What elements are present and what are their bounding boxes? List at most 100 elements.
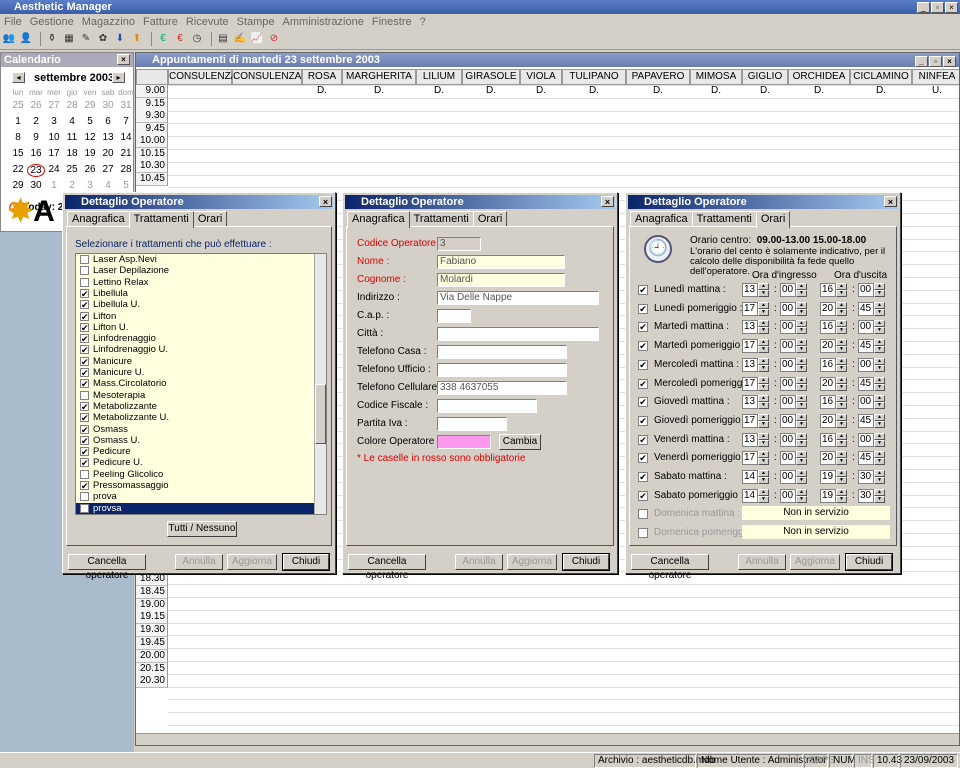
- treatment-checkbox[interactable]: ✔: [80, 413, 89, 423]
- column-header[interactable]: GIGLIO D.: [742, 69, 788, 96]
- spin-up-icon[interactable]: ▲: [796, 301, 807, 309]
- field-input[interactable]: 3: [437, 237, 481, 251]
- calendar-day[interactable]: 15: [9, 148, 27, 159]
- spin-up-icon[interactable]: ▲: [874, 451, 885, 459]
- treatment-item[interactable]: Peeling Glicolico: [76, 469, 314, 480]
- spin-down-icon[interactable]: ▼: [796, 327, 807, 335]
- treatment-item[interactable]: ✔ Pressomassaggio: [76, 480, 314, 491]
- update-button[interactable]: Aggiorna: [790, 554, 840, 570]
- spin-up-icon[interactable]: ▲: [874, 376, 885, 384]
- calendar-day[interactable]: 20: [99, 148, 117, 159]
- calendar-day[interactable]: 1: [45, 180, 63, 191]
- day-checkbox[interactable]: ✔: [638, 434, 648, 445]
- treatment-checkbox[interactable]: [80, 390, 89, 400]
- spin-down-icon[interactable]: ▼: [836, 364, 847, 372]
- field-input[interactable]: [437, 417, 507, 431]
- time-spinner[interactable]: 19 ▲ ▼: [820, 488, 848, 503]
- close-dialog-button[interactable]: Chiudi: [846, 554, 892, 570]
- field-input[interactable]: [437, 345, 567, 359]
- spin-up-icon[interactable]: ▲: [874, 357, 885, 365]
- close-dialog-button[interactable]: Chiudi: [283, 554, 329, 570]
- day-checkbox[interactable]: ✔: [638, 341, 648, 352]
- column-header[interactable]: TULIPANO D.: [562, 69, 626, 96]
- spin-up-icon[interactable]: ▲: [796, 357, 807, 365]
- spin-up-icon[interactable]: ▲: [796, 413, 807, 421]
- spin-down-icon[interactable]: ▼: [874, 327, 885, 335]
- spinner-value[interactable]: 00: [780, 283, 796, 297]
- spin-down-icon[interactable]: ▼: [874, 364, 885, 372]
- change-color-button[interactable]: Cambia: [499, 434, 541, 450]
- spinner-value[interactable]: 16: [820, 283, 836, 297]
- calendar-day[interactable]: 26: [81, 164, 99, 175]
- calendar-day[interactable]: 8: [9, 132, 27, 143]
- time-spinner[interactable]: 17 ▲ ▼: [742, 301, 770, 316]
- time-spinner[interactable]: 20 ▲ ▼: [820, 339, 848, 354]
- minimize-button[interactable]: _: [917, 2, 930, 13]
- update-button[interactable]: Aggiorna: [227, 554, 277, 570]
- spin-up-icon[interactable]: ▲: [874, 320, 885, 328]
- docs-edit-icon[interactable]: ✍: [233, 32, 247, 46]
- spin-up-icon[interactable]: ▲: [758, 357, 769, 365]
- spin-up-icon[interactable]: ▲: [836, 339, 847, 347]
- cancel-button[interactable]: Annulla: [738, 554, 786, 570]
- spin-up-icon[interactable]: ▲: [796, 339, 807, 347]
- calendar-day[interactable]: 19: [81, 148, 99, 159]
- spin-down-icon[interactable]: ▼: [758, 477, 769, 484]
- spinner-value[interactable]: 14: [742, 470, 758, 484]
- day-checkbox[interactable]: [638, 528, 648, 539]
- calendar-day[interactable]: 9: [27, 132, 45, 143]
- spin-up-icon[interactable]: ▲: [758, 488, 769, 496]
- calendar-day[interactable]: 3: [81, 180, 99, 191]
- field-input[interactable]: [437, 309, 471, 323]
- spin-down-icon[interactable]: ▼: [874, 308, 885, 316]
- arrow-up-icon[interactable]: ⬆: [130, 32, 144, 46]
- treatment-item[interactable]: ✔ provsa: [76, 502, 314, 514]
- spin-up-icon[interactable]: ▲: [874, 301, 885, 309]
- spinner-value[interactable]: 00: [858, 395, 874, 410]
- column-header[interactable]: CONSULENZA: [168, 69, 237, 85]
- calendar-day[interactable]: 5: [81, 116, 99, 127]
- spin-up-icon[interactable]: ▲: [874, 432, 885, 440]
- spin-up-icon[interactable]: ▲: [836, 376, 847, 384]
- calendar-day[interactable]: 29: [81, 100, 99, 111]
- horizontal-scrollbar[interactable]: [136, 733, 959, 745]
- color-swatch[interactable]: [437, 435, 491, 449]
- spin-up-icon[interactable]: ▲: [836, 301, 847, 309]
- time-spinner[interactable]: 00 ▲ ▼: [858, 320, 886, 335]
- spinner-value[interactable]: 30: [858, 470, 874, 484]
- spinner-value[interactable]: 20: [820, 339, 836, 354]
- treatment-item[interactable]: ✔ Libellula: [76, 288, 314, 299]
- spin-up-icon[interactable]: ▲: [836, 357, 847, 365]
- day-checkbox[interactable]: ✔: [638, 322, 648, 333]
- spin-up-icon[interactable]: ▲: [758, 320, 769, 328]
- spin-up-icon[interactable]: ▲: [758, 395, 769, 403]
- treatment-item[interactable]: ✔ Osmass U.: [76, 435, 314, 446]
- spinner-value[interactable]: 20: [820, 376, 836, 391]
- spinner-value[interactable]: 00: [780, 413, 796, 428]
- calendar-day[interactable]: 17: [45, 148, 63, 159]
- time-spinner[interactable]: 19 ▲ ▼: [820, 470, 848, 484]
- treatment-item[interactable]: Lettino Relax: [76, 277, 314, 288]
- spin-up-icon[interactable]: ▲: [874, 395, 885, 403]
- field-input[interactable]: Molardi: [437, 273, 565, 287]
- calendar-day[interactable]: 28: [117, 164, 135, 175]
- tab-trattamenti[interactable]: Trattamenti: [128, 211, 194, 228]
- column-header[interactable]: MARGHERITA D.: [342, 69, 416, 96]
- spinner-value[interactable]: 00: [858, 432, 874, 447]
- day-checkbox[interactable]: ✔: [638, 472, 648, 482]
- column-header[interactable]: MIMOSA D.: [690, 69, 742, 96]
- treatment-checkbox[interactable]: [80, 266, 89, 276]
- spin-up-icon[interactable]: ▲: [874, 470, 885, 477]
- time-spinner[interactable]: 13 ▲ ▼: [742, 357, 770, 372]
- spin-down-icon[interactable]: ▼: [758, 346, 769, 354]
- field-input[interactable]: Fabiano: [437, 255, 565, 269]
- calendar-day[interactable]: 1: [9, 116, 27, 127]
- spinner-value[interactable]: 13: [742, 357, 758, 372]
- spin-up-icon[interactable]: ▲: [874, 339, 885, 347]
- time-spinner[interactable]: 00 ▲ ▼: [780, 470, 808, 484]
- calendar-close-button[interactable]: ×: [117, 54, 130, 65]
- spinner-value[interactable]: 17: [742, 451, 758, 466]
- treatment-item[interactable]: ✔ Lifton: [76, 311, 314, 322]
- spin-down-icon[interactable]: ▼: [796, 290, 807, 297]
- column-header[interactable]: CICLAMINO D.: [850, 69, 912, 96]
